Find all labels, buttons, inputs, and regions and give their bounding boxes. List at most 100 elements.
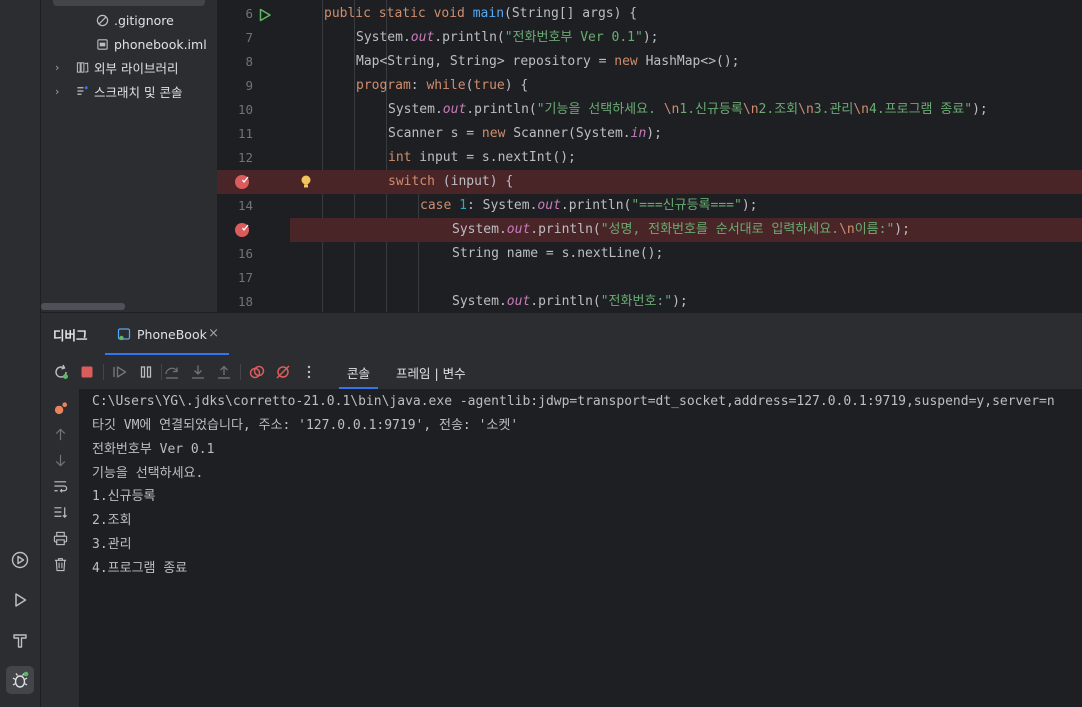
line-number: 18	[237, 294, 253, 309]
soft-wrap-icon[interactable]	[51, 477, 69, 495]
line-number: 14	[237, 198, 253, 213]
code-line[interactable]: 16 String name = s.nextLine();	[217, 242, 1082, 266]
tree-item-gitignore[interactable]: .gitignore	[95, 9, 174, 31]
line-number: 12	[237, 150, 253, 165]
code-line[interactable]: 10 System.out.println("기능을 선택하세요. \n1.신규…	[217, 98, 1082, 122]
tree-item-scratches[interactable]: › 스크래치 및 콘솔	[55, 80, 182, 102]
console-line: 타깃 VM에 연결되었습니다, 주소: '127.0.0.1:9719', 전송…	[92, 418, 519, 433]
step-out-icon[interactable]	[214, 362, 234, 382]
code-line[interactable]: 6 public static void main(String[] args)…	[217, 2, 1082, 26]
line-number: 6	[245, 6, 253, 21]
console-output[interactable]: C:\Users\YG\.jdks\corretto-21.0.1\bin\ja…	[79, 389, 1082, 707]
breakpoint-icon[interactable]	[234, 174, 250, 194]
step-over-icon[interactable]	[162, 362, 182, 382]
scroll-to-end-icon[interactable]	[51, 503, 69, 521]
code-text: System.out.println("기능을 선택하세요. \n1.신규등록\…	[388, 102, 988, 117]
tab-phonebook-session[interactable]: PhoneBook ×	[105, 313, 229, 355]
code-line[interactable]: 14 case 1: System.out.println("===신규등록==…	[217, 194, 1082, 218]
tree-item-label: phonebook.iml	[114, 36, 207, 52]
code-text: System.out.println("성명, 전화번호를 순서대로 입력하세요…	[452, 222, 910, 237]
code-text: public static void main(String[] args) {	[324, 6, 638, 21]
run-tool-icon[interactable]	[6, 586, 34, 614]
arrow-up-icon[interactable]	[51, 425, 69, 443]
code-line[interactable]: 11 Scanner s = new Scanner(System.in);	[217, 122, 1082, 146]
debugger-threads-icon[interactable]	[51, 399, 69, 417]
run-gutter-icon[interactable]	[258, 7, 272, 26]
pause-icon[interactable]	[136, 362, 156, 382]
iml-file-icon	[95, 37, 109, 51]
line-number: 7	[245, 30, 253, 45]
resume-icon[interactable]	[110, 362, 130, 382]
code-text: Scanner s = new Scanner(System.in);	[388, 126, 662, 141]
toolbar-separator	[103, 364, 104, 380]
line-number: 8	[245, 54, 253, 69]
breakpoint-icon[interactable]	[234, 222, 250, 242]
code-line-breakpoint[interactable]: switch (input) {	[217, 170, 1082, 194]
tree-item-label: 외부 라이브러리	[94, 60, 179, 76]
console-line: 2.조회	[92, 513, 132, 528]
close-icon[interactable]: ×	[208, 326, 219, 341]
print-icon[interactable]	[51, 529, 69, 547]
code-text: int input = s.nextInt();	[388, 150, 576, 165]
tree-horizontal-scrollbar[interactable]	[41, 303, 125, 310]
more-options-icon[interactable]	[299, 362, 319, 382]
line-number: 9	[245, 78, 253, 93]
line-number: 10	[237, 102, 253, 117]
code-text: switch (input) {	[388, 174, 514, 189]
trash-icon[interactable]	[51, 555, 69, 573]
tree-selected-row[interactable]	[53, 0, 205, 6]
console-line: 4.프로그램 종료	[92, 561, 188, 576]
tab-underline	[105, 353, 229, 355]
code-text: Map<String, String> repository = new Has…	[356, 54, 740, 69]
line-number: 16	[237, 246, 253, 261]
tree-item-external-libraries[interactable]: › 외부 라이브러리	[55, 56, 178, 78]
java-app-icon	[117, 327, 131, 341]
line-number: 17	[237, 270, 253, 285]
lightbulb-icon[interactable]	[299, 174, 313, 194]
rerun-icon[interactable]	[51, 362, 71, 382]
mute-breakpoints-icon[interactable]	[273, 362, 293, 382]
code-line-breakpoint[interactable]: System.out.println("성명, 전화번호를 순서대로 입력하세요…	[217, 218, 1082, 242]
debug-toolbar	[41, 356, 1082, 388]
toolbar-separator	[240, 364, 241, 380]
stop-icon[interactable]	[77, 362, 97, 382]
code-line[interactable]: 18 System.out.println("전화번호:");	[217, 290, 1082, 312]
chevron-right-icon[interactable]: ›	[55, 61, 67, 74]
code-line[interactable]: 7 System.out.println("전화번호부 Ver 0.1");	[217, 26, 1082, 50]
project-tree: .gitignore phonebook.iml › 외부 라이브러리 › 스크…	[41, 0, 217, 312]
console-line: C:\Users\YG\.jdks\corretto-21.0.1\bin\ja…	[92, 394, 1055, 409]
tab-console[interactable]: 콘솔	[339, 363, 379, 389]
arrow-down-icon[interactable]	[51, 451, 69, 469]
code-line[interactable]: 9 program: while(true) {	[217, 74, 1082, 98]
code-line[interactable]: 8 Map<String, String> repository = new H…	[217, 50, 1082, 74]
tool-window-strip	[0, 0, 41, 707]
session-tab-label: PhoneBook	[137, 326, 207, 342]
console-line: 기능을 선택하세요.	[92, 466, 204, 481]
code-text: System.out.println("전화번호부 Ver 0.1");	[356, 30, 659, 45]
debug-tool-icon[interactable]	[6, 666, 34, 694]
build-hammer-icon[interactable]	[6, 626, 34, 654]
scratches-icon	[75, 84, 89, 98]
view-breakpoints-icon[interactable]	[247, 362, 267, 382]
line-number: 11	[237, 126, 253, 141]
debug-title: 디버그	[53, 328, 88, 343]
code-line[interactable]: 12 int input = s.nextInt();	[217, 146, 1082, 170]
tree-item-label: .gitignore	[114, 12, 174, 28]
code-text: System.out.println("전화번호:");	[452, 294, 688, 309]
console-line: 전화번호부 Ver 0.1	[92, 442, 215, 457]
step-into-icon[interactable]	[188, 362, 208, 382]
services-icon[interactable]	[6, 546, 34, 574]
code-text: String name = s.nextLine();	[452, 246, 664, 261]
code-line[interactable]: 17	[217, 266, 1082, 290]
code-text: program: while(true) {	[356, 78, 529, 93]
code-editor[interactable]: 6 public static void main(String[] args)…	[217, 0, 1082, 312]
debug-tool-window: 디버그 PhoneBook × 콘솔 프레임 | 변수 C:\Users\YG\…	[41, 312, 1082, 707]
tab-frames-variables[interactable]: 프레임 | 변수	[388, 363, 474, 383]
console-line: 1.신규등록	[92, 489, 156, 504]
library-icon	[75, 60, 89, 74]
tree-item-phonebook-iml[interactable]: phonebook.iml	[95, 33, 207, 55]
console-line: 3.관리	[92, 537, 132, 552]
code-text: case 1: System.out.println("===신규등록===")…	[420, 198, 758, 213]
tree-item-label: 스크래치 및 콘솔	[94, 84, 183, 100]
chevron-right-icon[interactable]: ›	[55, 85, 67, 98]
